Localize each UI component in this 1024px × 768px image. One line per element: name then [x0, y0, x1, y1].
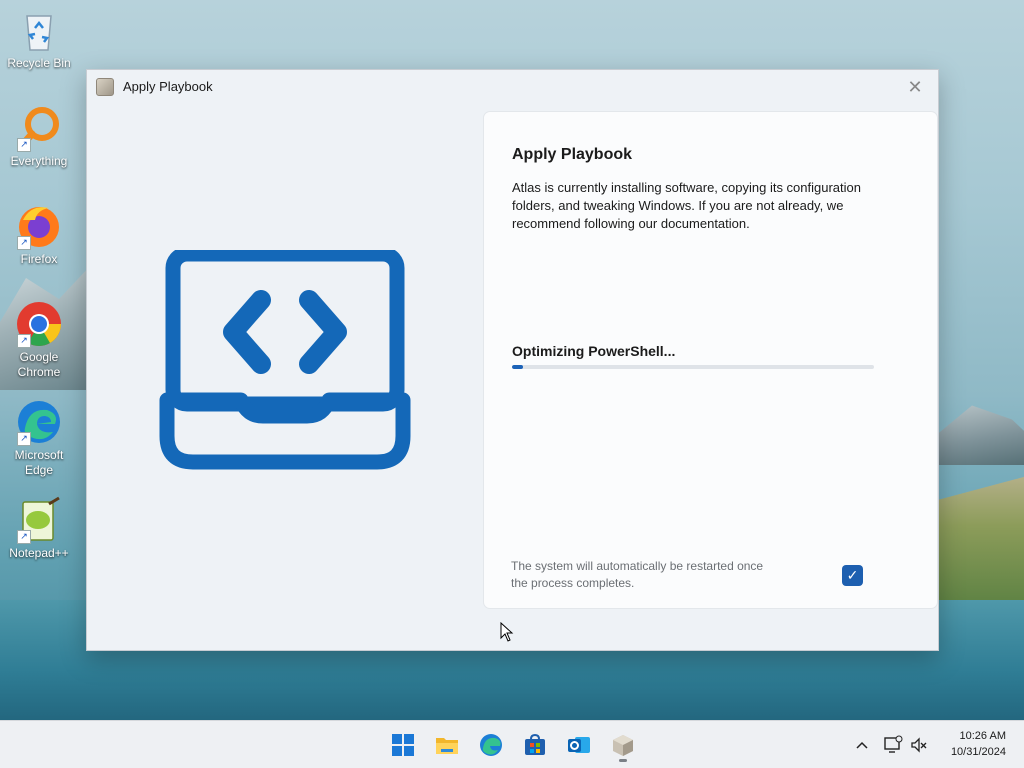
notepad-plus-plus-icon: ↗	[15, 496, 63, 544]
start-button[interactable]	[385, 727, 421, 763]
taskbar-outlook[interactable]	[561, 727, 597, 763]
desktop-icon-notepadpp[interactable]: ↗ Notepad++	[0, 496, 78, 561]
checkmark-icon: ✓	[846, 567, 859, 583]
taskbar: 10:26 AM 10/31/2024	[0, 720, 1024, 768]
network-status-button[interactable]	[883, 735, 903, 755]
taskbar-file-explorer[interactable]	[429, 727, 465, 763]
restart-checkbox[interactable]: ✓	[842, 565, 863, 586]
taskbar-playbook-app[interactable]	[605, 727, 641, 763]
chrome-icon: ↗	[15, 300, 63, 348]
desktop-icon-label: Recycle Bin	[7, 56, 71, 70]
file-explorer-icon	[436, 738, 458, 754]
mouse-cursor-icon	[500, 622, 514, 642]
edge-icon	[480, 734, 502, 756]
desktop-icon-label: Notepad++	[9, 546, 69, 560]
everything-search-icon: ↗	[15, 104, 63, 152]
panel-description: Atlas is currently installing software, …	[512, 180, 861, 231]
running-indicator	[619, 759, 627, 762]
title-bar[interactable]: Apply Playbook ✕	[87, 70, 938, 104]
progress-status: Optimizing PowerShell...	[512, 343, 676, 359]
apply-playbook-window: Apply Playbook ✕ Apply Playbook Atlas is…	[86, 69, 939, 651]
restart-note: The system will automatically be restart…	[511, 559, 764, 590]
outlook-icon	[568, 737, 590, 753]
desktop-icon-label: Google Chrome	[17, 350, 61, 379]
volume-muted-icon	[911, 737, 927, 753]
recycle-bin-icon	[15, 6, 63, 54]
desktop-icon-everything[interactable]: ↗ Everything	[0, 104, 78, 169]
store-icon	[525, 733, 545, 755]
close-icon: ✕	[907, 77, 923, 97]
desktop-icon-firefox[interactable]: ↗ Firefox	[0, 202, 78, 267]
clock[interactable]: 10:26 AM 10/31/2024	[951, 728, 1006, 760]
taskbar-edge[interactable]	[473, 727, 509, 763]
desktop-icon-edge[interactable]: ↗ Microsoft Edge	[0, 398, 78, 478]
desktop-icon-chrome[interactable]: ↗ Google Chrome	[0, 300, 78, 380]
volume-status-button[interactable]	[909, 735, 929, 755]
playbook-panel: Apply Playbook Atlas is currently instal…	[483, 111, 938, 609]
desktop-icon-label: Microsoft Edge	[14, 448, 64, 477]
desktop-icon-label: Everything	[10, 154, 68, 168]
desktop-icon-recycle-bin[interactable]: Recycle Bin	[0, 6, 78, 71]
progress-bar-fill	[512, 365, 523, 369]
desktop-icon-label: Firefox	[20, 252, 58, 266]
playbook-app-icon	[613, 735, 633, 756]
clock-date: 10/31/2024	[950, 746, 1006, 758]
laptop-code-icon	[159, 250, 411, 470]
start-icon	[392, 734, 414, 756]
clock-time: 10:26 AM	[959, 730, 1006, 742]
panel-heading: Apply Playbook	[512, 146, 633, 163]
edge-icon: ↗	[15, 398, 63, 446]
firefox-icon: ↗	[15, 202, 63, 250]
chevron-up-icon	[856, 741, 868, 749]
playbook-app-icon	[96, 78, 114, 96]
window-title: Apply Playbook	[123, 79, 213, 94]
show-hidden-icons-button[interactable]	[852, 735, 872, 755]
progress-bar	[512, 365, 874, 369]
network-icon	[884, 735, 903, 753]
close-button[interactable]: ✕	[902, 74, 928, 100]
taskbar-store[interactable]	[517, 727, 553, 763]
